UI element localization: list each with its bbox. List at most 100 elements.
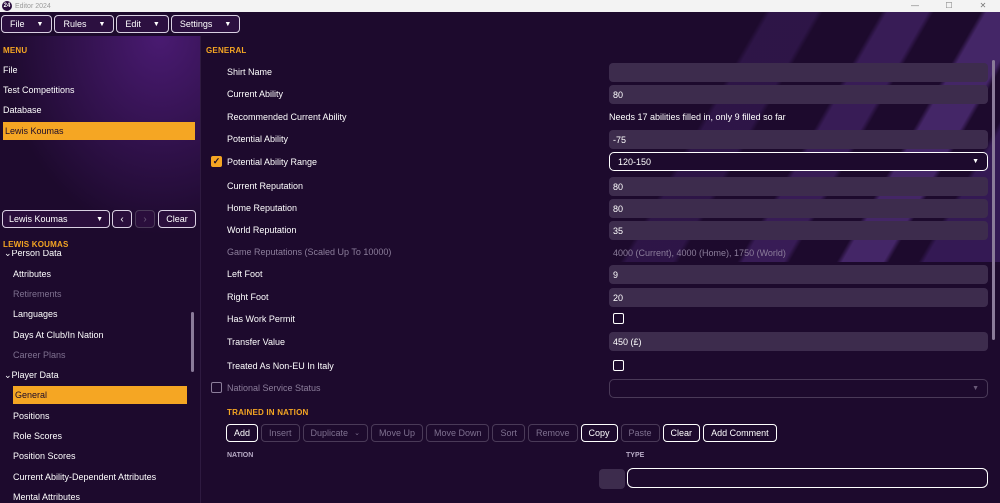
person-select-value: Lewis Koumas bbox=[9, 214, 68, 224]
move-up-button[interactable]: Move Up bbox=[370, 424, 423, 442]
tree-item-retirements[interactable]: Retirements bbox=[13, 285, 187, 303]
tree-item-ca-dependent-attributes[interactable]: Current Ability-Dependent Attributes bbox=[13, 468, 187, 486]
work-permit-checkbox[interactable] bbox=[613, 313, 624, 324]
next-person-button[interactable]: › bbox=[135, 210, 155, 228]
current-reputation-label: Current Reputation bbox=[227, 181, 304, 191]
tree-item-role-scores[interactable]: Role Scores bbox=[13, 427, 187, 445]
duplicate-button[interactable]: Duplicate ⌄ bbox=[302, 424, 368, 442]
tree-group-player-data[interactable]: ⌄Player Data bbox=[4, 366, 178, 384]
chevron-right-icon: › bbox=[143, 213, 147, 225]
transfer-value-input[interactable]: 450 (£) bbox=[609, 332, 988, 351]
left-scrollbar[interactable] bbox=[191, 312, 194, 372]
national-service-label: National Service Status bbox=[227, 383, 321, 393]
recommended-ca-label: Recommended Current Ability bbox=[227, 112, 347, 122]
panel-divider bbox=[200, 36, 201, 503]
left-foot-input[interactable]: 9 bbox=[609, 265, 988, 284]
world-reputation-label: World Reputation bbox=[227, 225, 297, 235]
minimize-icon[interactable]: — bbox=[898, 0, 932, 12]
pa-range-checkbox[interactable]: ✓ bbox=[211, 156, 222, 167]
chevron-down-icon: ▼ bbox=[98, 20, 106, 28]
non-eu-italy-checkbox[interactable] bbox=[613, 360, 624, 371]
copy-button[interactable]: Copy bbox=[580, 424, 618, 442]
tree-item-attributes[interactable]: Attributes bbox=[13, 265, 187, 283]
current-ability-label: Current Ability bbox=[227, 89, 284, 99]
non-eu-italy-label: Treated As Non-EU In Italy bbox=[227, 361, 334, 371]
add-button[interactable]: Add bbox=[226, 424, 259, 442]
menu-item-lewis-koumas[interactable]: Lewis Koumas bbox=[3, 122, 195, 140]
potential-ability-input[interactable]: -75 bbox=[609, 130, 988, 149]
person-section-title: LEWIS KOUMAS bbox=[3, 240, 69, 249]
file-menu-label: File bbox=[10, 19, 25, 29]
menu-item-test-competitions[interactable]: Test Competitions bbox=[3, 81, 195, 99]
window-title: Editor 2024 bbox=[15, 2, 51, 10]
row-nation-cell[interactable] bbox=[599, 469, 625, 489]
title-bar: 24 Editor 2024 — ☐ ✕ bbox=[0, 0, 1000, 12]
right-foot-input[interactable]: 20 bbox=[609, 288, 988, 307]
menu-section-title: MENU bbox=[3, 46, 28, 55]
tree-item-mental-attributes[interactable]: Mental Attributes bbox=[13, 488, 187, 503]
clear-button[interactable]: Clear bbox=[662, 424, 701, 442]
edit-menu-label: Edit bbox=[125, 19, 141, 29]
menu-item-file[interactable]: File bbox=[3, 61, 195, 79]
tree-item-languages[interactable]: Languages bbox=[13, 305, 187, 323]
world-reputation-input[interactable]: 35 bbox=[609, 221, 988, 240]
sort-button[interactable]: Sort bbox=[492, 424, 525, 442]
type-column-header: TYPE bbox=[626, 452, 645, 459]
tree-label: Player Data bbox=[11, 370, 59, 380]
close-icon[interactable]: ✕ bbox=[966, 0, 1000, 12]
game-reputations-value: 4000 (Current), 4000 (Home), 1750 (World… bbox=[613, 247, 786, 258]
trained-in-nation-title: TRAINED IN NATION bbox=[227, 408, 309, 417]
menu-item-database[interactable]: Database bbox=[3, 101, 195, 119]
person-select[interactable]: Lewis Koumas ▼ bbox=[2, 210, 110, 228]
general-section-title: GENERAL bbox=[206, 46, 247, 55]
app-logo-icon: 24 bbox=[2, 1, 12, 11]
tree-item-days-at-club[interactable]: Days At Club/In Nation bbox=[13, 326, 187, 344]
tree-item-career-plans[interactable]: Career Plans bbox=[13, 346, 187, 364]
current-ability-input[interactable]: 80 bbox=[609, 85, 988, 104]
window-controls: — ☐ ✕ bbox=[898, 0, 1000, 12]
chevron-down-icon: ▼ bbox=[36, 20, 44, 28]
chevron-down-icon: ▼ bbox=[152, 20, 160, 28]
potential-ability-label: Potential Ability bbox=[227, 134, 289, 144]
national-service-select[interactable]: ▼ bbox=[609, 379, 988, 398]
rules-menu-label: Rules bbox=[63, 19, 87, 29]
pa-range-value: 120-150 bbox=[618, 156, 652, 167]
tree-label: Person Data bbox=[11, 250, 62, 258]
rules-menu-button[interactable]: Rules ▼ bbox=[54, 15, 115, 33]
national-service-checkbox[interactable] bbox=[211, 382, 222, 393]
current-reputation-input[interactable]: 80 bbox=[609, 177, 988, 196]
settings-menu-button[interactable]: Settings ▼ bbox=[170, 15, 241, 33]
work-permit-label: Has Work Permit bbox=[227, 314, 295, 324]
main-scrollbar[interactable] bbox=[992, 60, 995, 340]
pa-range-select[interactable]: 120-150 ▼ bbox=[609, 152, 988, 171]
right-foot-label: Right Foot bbox=[227, 292, 269, 302]
game-reputations-label: Game Reputations (Scaled Up To 10000) bbox=[227, 247, 392, 257]
left-foot-label: Left Foot bbox=[227, 269, 263, 279]
clear-person-button[interactable]: Clear bbox=[158, 210, 196, 228]
home-reputation-label: Home Reputation bbox=[227, 203, 298, 213]
chevron-down-icon: ▼ bbox=[972, 385, 979, 392]
home-reputation-input[interactable]: 80 bbox=[609, 199, 988, 218]
chevron-down-icon: ▼ bbox=[224, 20, 232, 28]
file-menu-button[interactable]: File ▼ bbox=[1, 15, 53, 33]
shirt-name-input[interactable] bbox=[609, 63, 988, 82]
settings-menu-label: Settings bbox=[179, 19, 213, 29]
paste-button[interactable]: Paste bbox=[620, 424, 660, 442]
previous-person-button[interactable]: ‹ bbox=[112, 210, 132, 228]
move-down-button[interactable]: Move Down bbox=[425, 424, 490, 442]
row-type-select[interactable] bbox=[627, 468, 988, 488]
maximize-icon[interactable]: ☐ bbox=[932, 0, 966, 12]
duplicate-label: Duplicate bbox=[310, 428, 349, 438]
remove-button[interactable]: Remove bbox=[528, 424, 578, 442]
add-comment-button[interactable]: Add Comment bbox=[703, 424, 777, 442]
tree-item-positions[interactable]: Positions bbox=[13, 407, 187, 425]
chevron-down-icon: ⌄ bbox=[4, 250, 12, 258]
person-tree: ⌄Person Data Attributes Retirements Lang… bbox=[0, 250, 192, 503]
tree-group-person-data[interactable]: ⌄Person Data bbox=[4, 250, 178, 262]
shirt-name-label: Shirt Name bbox=[227, 67, 273, 77]
trained-toolbar: Add Insert Duplicate ⌄ Move Up Move Down … bbox=[226, 424, 777, 442]
edit-menu-button[interactable]: Edit ▼ bbox=[116, 15, 169, 33]
tree-item-general[interactable]: General bbox=[13, 386, 187, 404]
tree-item-position-scores[interactable]: Position Scores bbox=[13, 447, 187, 465]
insert-button[interactable]: Insert bbox=[261, 424, 300, 442]
